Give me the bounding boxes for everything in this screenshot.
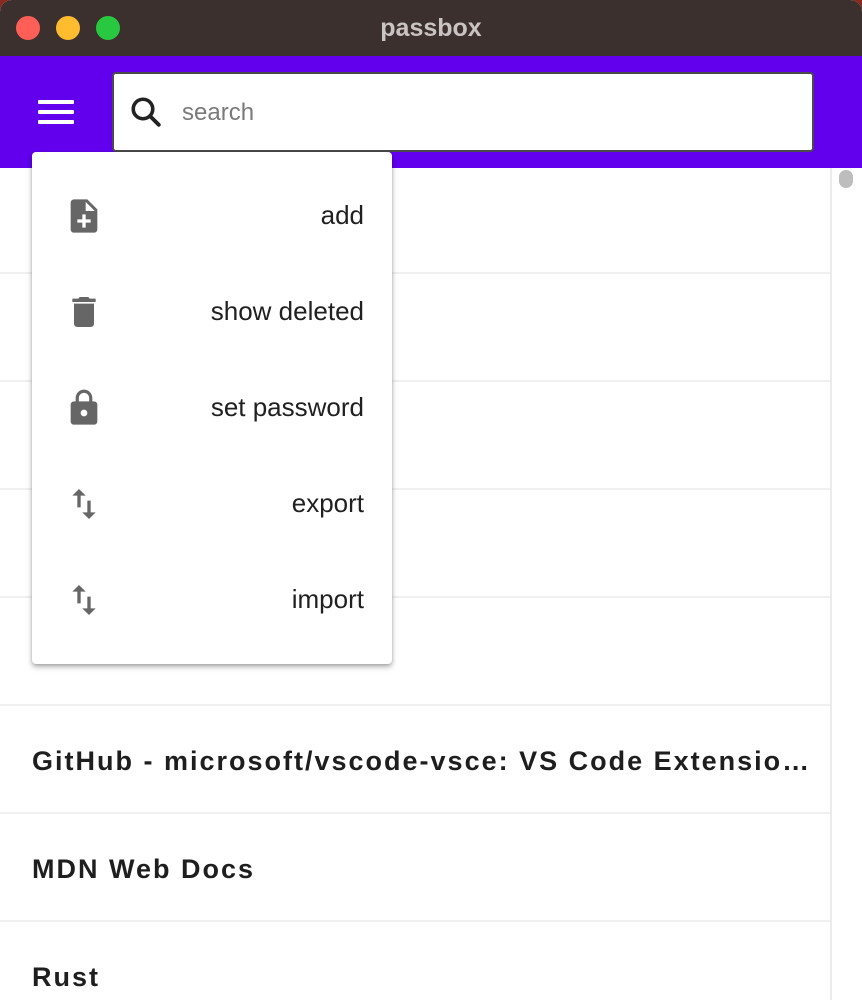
actions-menu: add show deleted set password export imp…	[32, 152, 392, 664]
hamburger-menu-button[interactable]	[24, 84, 88, 140]
menu-item-export[interactable]: export	[32, 456, 392, 552]
search-icon	[131, 97, 161, 127]
title-bar: passbox	[0, 0, 862, 56]
trash-icon	[72, 297, 96, 327]
menu-item-label: export	[291, 488, 364, 518]
app-window: passbox Gi	[0, 0, 862, 1000]
menu-item-label: import	[291, 584, 364, 614]
scrollbar-thumb[interactable]	[839, 170, 853, 188]
hamburger-line	[38, 110, 74, 114]
swap-vertical-icon	[72, 585, 96, 615]
list-item[interactable]: Rust	[0, 924, 830, 1000]
menu-item-import[interactable]: import	[32, 552, 392, 648]
menu-item-set-password[interactable]: set password	[32, 360, 392, 456]
list-item-label: GitHub - microsoft/vscode-vsce: VS Code …	[32, 746, 826, 776]
swap-vertical-icon	[72, 489, 96, 519]
menu-item-add[interactable]: add	[32, 168, 392, 264]
menu-item-show-deleted[interactable]: show deleted	[32, 264, 392, 360]
search-box[interactable]	[112, 72, 814, 152]
menu-item-label: show deleted	[210, 296, 364, 326]
lock-icon	[70, 389, 98, 425]
list-item-label: MDN Web Docs	[32, 854, 256, 884]
list-scrollbar[interactable]	[830, 168, 862, 1000]
list-item[interactable]: GitHub - microsoft/vscode-vsce: VS Code …	[0, 708, 830, 814]
list-item[interactable]: MDN Web Docs	[0, 816, 830, 922]
hamburger-line	[38, 120, 74, 124]
list-item-label: Rust	[32, 962, 100, 992]
search-input[interactable]	[180, 86, 794, 140]
hamburger-line	[38, 100, 74, 104]
menu-item-label: set password	[210, 392, 364, 422]
file-add-icon	[70, 199, 98, 233]
menu-item-label: add	[320, 200, 364, 230]
window-title: passbox	[380, 14, 482, 42]
